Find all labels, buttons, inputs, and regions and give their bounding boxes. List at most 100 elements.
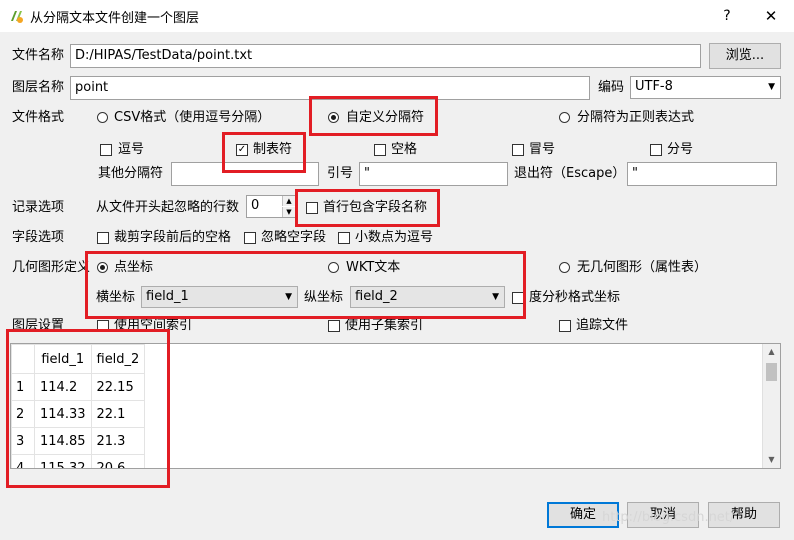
- escape-label: 退出符（Escape）: [514, 166, 626, 181]
- checkbox-colon-label: 冒号: [529, 142, 556, 157]
- table-cell[interactable]: 22.15: [90, 373, 146, 401]
- layer-name-label: 图层名称: [12, 80, 65, 95]
- window-title: 从分隔文本文件创建一个图层: [30, 11, 200, 26]
- column-header[interactable]: field_1: [34, 344, 92, 374]
- y-field-value: field_2: [355, 289, 398, 304]
- ok-button[interactable]: 确定: [547, 502, 619, 528]
- checkbox-colon[interactable]: [512, 144, 524, 156]
- checkbox-subset-index-label: 使用子集索引: [345, 318, 424, 333]
- close-icon[interactable]: ✕: [756, 4, 786, 28]
- spin-down-icon[interactable]: ▼: [282, 207, 295, 217]
- radio-point-coordinates[interactable]: [97, 262, 108, 273]
- file-format-label: 文件格式: [12, 110, 65, 125]
- x-field-label: 横坐标: [96, 290, 136, 305]
- checkbox-decimal-comma-label: 小数点为逗号: [355, 230, 434, 245]
- checkbox-discard-empty-label: 忽略空字段: [261, 230, 327, 245]
- checkbox-watch-file[interactable]: [559, 320, 571, 332]
- geometry-definition-label: 几何图形定义: [12, 260, 91, 275]
- table-row: 1 114.2 22.15: [11, 373, 146, 401]
- checkbox-comma[interactable]: [100, 144, 112, 156]
- radio-no-geometry-label: 无几何图形（属性表）: [577, 260, 708, 275]
- table-cell[interactable]: 114.2: [34, 373, 92, 401]
- x-field-select[interactable]: field_1 ▼: [141, 286, 298, 308]
- scroll-up-icon[interactable]: ▲: [763, 344, 780, 360]
- scroll-down-icon[interactable]: ▼: [763, 452, 780, 468]
- table-cell[interactable]: 114.33: [34, 400, 92, 428]
- radio-regex-label: 分隔符为正则表达式: [577, 110, 695, 125]
- row-header[interactable]: 3: [11, 427, 35, 455]
- scrollbar-thumb[interactable]: [766, 363, 777, 381]
- radio-wkt[interactable]: [328, 262, 339, 273]
- radio-wkt-label: WKT文本: [346, 260, 401, 275]
- preview-table[interactable]: field_1 field_2 1 114.2 22.15 2 114.33 2…: [10, 343, 781, 469]
- layer-name-input[interactable]: point: [70, 76, 590, 100]
- column-header[interactable]: field_2: [90, 344, 146, 374]
- checkbox-subset-index[interactable]: [328, 320, 340, 332]
- cancel-button[interactable]: 取消: [627, 502, 699, 528]
- chevron-down-icon: ▼: [492, 292, 499, 302]
- checkbox-semicolon-label: 分号: [667, 142, 694, 157]
- skip-lines-value: 0: [251, 198, 260, 213]
- help-button[interactable]: 帮助: [708, 502, 780, 528]
- vertical-scrollbar[interactable]: ▲ ▼: [762, 344, 780, 468]
- table-cell[interactable]: 21.3: [90, 427, 146, 455]
- checkbox-trim-fields[interactable]: [97, 232, 109, 244]
- table-row: 3 114.85 21.3: [11, 427, 146, 455]
- quote-input[interactable]: ": [359, 162, 508, 186]
- checkbox-decimal-comma[interactable]: [338, 232, 350, 244]
- skip-lines-spinbox[interactable]: 0 ▲ ▼: [246, 195, 296, 218]
- checkbox-dms-coordinates[interactable]: [512, 292, 524, 304]
- checkbox-discard-empty[interactable]: [244, 232, 256, 244]
- checkbox-tab[interactable]: ✓: [236, 144, 248, 156]
- checkbox-space-label: 空格: [391, 142, 418, 157]
- radio-point-coordinates-label: 点坐标: [114, 260, 154, 275]
- checkbox-spatial-index[interactable]: [97, 320, 109, 332]
- file-name-input[interactable]: D:/HIPAS/TestData/point.txt: [70, 44, 701, 68]
- radio-csv[interactable]: [97, 112, 108, 123]
- browse-button[interactable]: 浏览...: [709, 43, 781, 69]
- escape-input[interactable]: ": [627, 162, 777, 186]
- radio-no-geometry[interactable]: [559, 262, 570, 273]
- quote-label: 引号: [327, 166, 354, 181]
- checkbox-space[interactable]: [374, 144, 386, 156]
- table-row: 4 115.32 20.6: [11, 454, 146, 468]
- radio-custom-delimiter-label: 自定义分隔符: [346, 110, 425, 125]
- checkbox-first-row-header-label: 首行包含字段名称: [323, 200, 428, 215]
- spin-up-icon[interactable]: ▲: [282, 196, 295, 206]
- qgis-add-delimited-text-icon: [8, 8, 24, 24]
- radio-regex[interactable]: [559, 112, 570, 123]
- radio-custom-delimiter[interactable]: [328, 112, 339, 123]
- corner-header: [11, 344, 35, 374]
- file-name-label: 文件名称: [12, 48, 65, 63]
- encoding-value: UTF-8: [635, 79, 673, 94]
- chevron-down-icon: ▼: [768, 82, 775, 92]
- chevron-down-icon: ▼: [285, 292, 292, 302]
- y-field-select[interactable]: field_2 ▼: [350, 286, 505, 308]
- table-row: 2 114.33 22.1: [11, 400, 146, 428]
- checkbox-trim-fields-label: 裁剪字段前后的空格: [114, 230, 232, 245]
- row-header[interactable]: 1: [11, 373, 35, 401]
- checkbox-spatial-index-label: 使用空间索引: [114, 318, 193, 333]
- encoding-select[interactable]: UTF-8 ▼: [630, 76, 781, 99]
- table-cell[interactable]: 22.1: [90, 400, 146, 428]
- row-header[interactable]: 4: [11, 454, 35, 468]
- encoding-label: 编码: [598, 80, 625, 95]
- help-icon[interactable]: ?: [712, 4, 742, 28]
- checkbox-semicolon[interactable]: [650, 144, 662, 156]
- row-header[interactable]: 2: [11, 400, 35, 428]
- preview-grid: field_1 field_2 1 114.2 22.15 2 114.33 2…: [11, 344, 146, 468]
- other-delimiter-input[interactable]: [171, 162, 319, 186]
- checkbox-first-row-header[interactable]: [306, 202, 318, 214]
- layer-settings-label: 图层设置: [12, 318, 65, 333]
- checkbox-watch-file-label: 追踪文件: [576, 318, 629, 333]
- field-options-label: 字段选项: [12, 230, 65, 245]
- radio-csv-label: CSV格式（使用逗号分隔）: [114, 110, 271, 125]
- skip-lines-label: 从文件开头起忽略的行数: [96, 200, 240, 215]
- table-cell[interactable]: 115.32: [34, 454, 92, 468]
- y-field-label: 纵坐标: [304, 290, 344, 305]
- checkbox-comma-label: 逗号: [118, 142, 145, 157]
- checkbox-tab-label: 制表符: [253, 142, 293, 157]
- table-cell[interactable]: 114.85: [34, 427, 92, 455]
- table-cell[interactable]: 20.6: [90, 454, 146, 468]
- checkbox-dms-coordinates-label: 度分秒格式坐标: [529, 290, 621, 305]
